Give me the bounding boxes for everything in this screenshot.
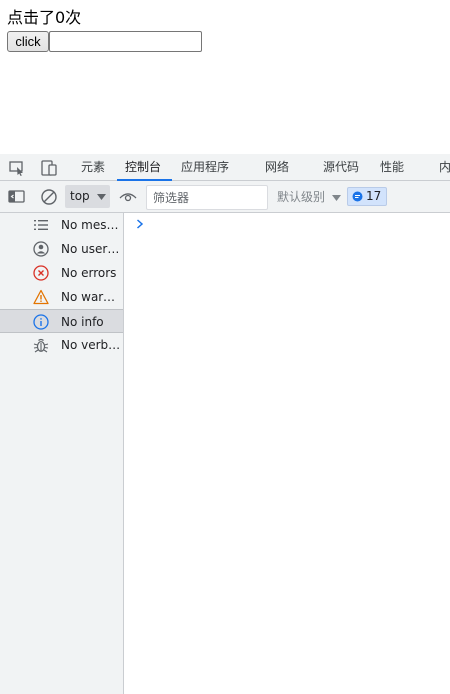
console-sidebar: No messages No user messages No errors — [0, 213, 124, 694]
devtools-tabbar: 元素 控制台 应用程序 网络 源代码 性能 内 — [0, 154, 450, 181]
tab-console[interactable]: 控制台 — [117, 154, 172, 181]
text-input[interactable] — [49, 31, 202, 52]
console-output[interactable] — [124, 213, 450, 694]
sidebar-item-label: No warnings — [61, 290, 121, 304]
tab-application[interactable]: 应用程序 — [181, 154, 229, 181]
list-icon — [34, 220, 48, 230]
sidebar-toggle-icon[interactable] — [8, 189, 26, 205]
chevron-down-icon — [97, 194, 106, 200]
context-label: top — [70, 189, 90, 203]
sidebar-item-label: No info — [61, 315, 104, 329]
tab-performance[interactable]: 性能 — [380, 154, 404, 181]
log-levels-dropdown[interactable]: 默认级别 — [277, 189, 341, 205]
chevron-down-icon — [331, 194, 341, 201]
tab-sources[interactable]: 源代码 — [323, 154, 359, 181]
click-button[interactable]: click — [7, 31, 49, 52]
info-icon — [33, 314, 49, 330]
tab-memory[interactable]: 内 — [439, 154, 450, 181]
sidebar-item-errors[interactable]: No errors — [0, 261, 123, 285]
issues-count: 17 — [366, 189, 382, 203]
inspect-element-icon[interactable] — [8, 159, 26, 177]
context-selector[interactable]: top — [65, 185, 110, 208]
sidebar-item-user-messages[interactable]: No user messages — [0, 237, 123, 261]
sidebar-item-label: No messages — [61, 218, 121, 232]
log-levels-label: 默认级别 — [277, 190, 326, 204]
bug-icon — [33, 338, 49, 353]
tab-elements[interactable]: 元素 — [81, 154, 105, 181]
tab-network[interactable]: 网络 — [265, 154, 289, 181]
sidebar-item-label: No errors — [61, 266, 117, 280]
issues-badge[interactable]: 17 — [347, 187, 388, 206]
page-content: 点击了0次 click — [0, 0, 450, 154]
sidebar-item-warnings[interactable]: No warnings — [0, 285, 123, 309]
devtools-panel: 元素 控制台 应用程序 网络 源代码 性能 内 top 默认级别 17 筛选器 … — [0, 154, 450, 694]
click-counter-text: 点击了0次 — [7, 8, 82, 27]
sidebar-item-messages[interactable]: No messages — [0, 213, 123, 237]
clear-console-icon[interactable] — [40, 188, 58, 206]
sidebar-item-info[interactable]: No info — [0, 309, 123, 333]
error-icon — [33, 265, 49, 281]
issue-message-icon — [352, 191, 363, 202]
live-expression-eye-icon[interactable] — [119, 190, 137, 204]
console-filter-input[interactable] — [146, 185, 268, 210]
sidebar-item-verbose[interactable]: No verbose — [0, 333, 123, 357]
sidebar-item-label: No verbose — [61, 338, 121, 352]
device-toolbar-icon[interactable] — [40, 159, 58, 177]
sidebar-item-label: No user messages — [61, 242, 121, 256]
console-prompt-chevron-icon — [137, 219, 144, 229]
warning-icon — [33, 289, 49, 305]
user-icon — [33, 241, 49, 257]
